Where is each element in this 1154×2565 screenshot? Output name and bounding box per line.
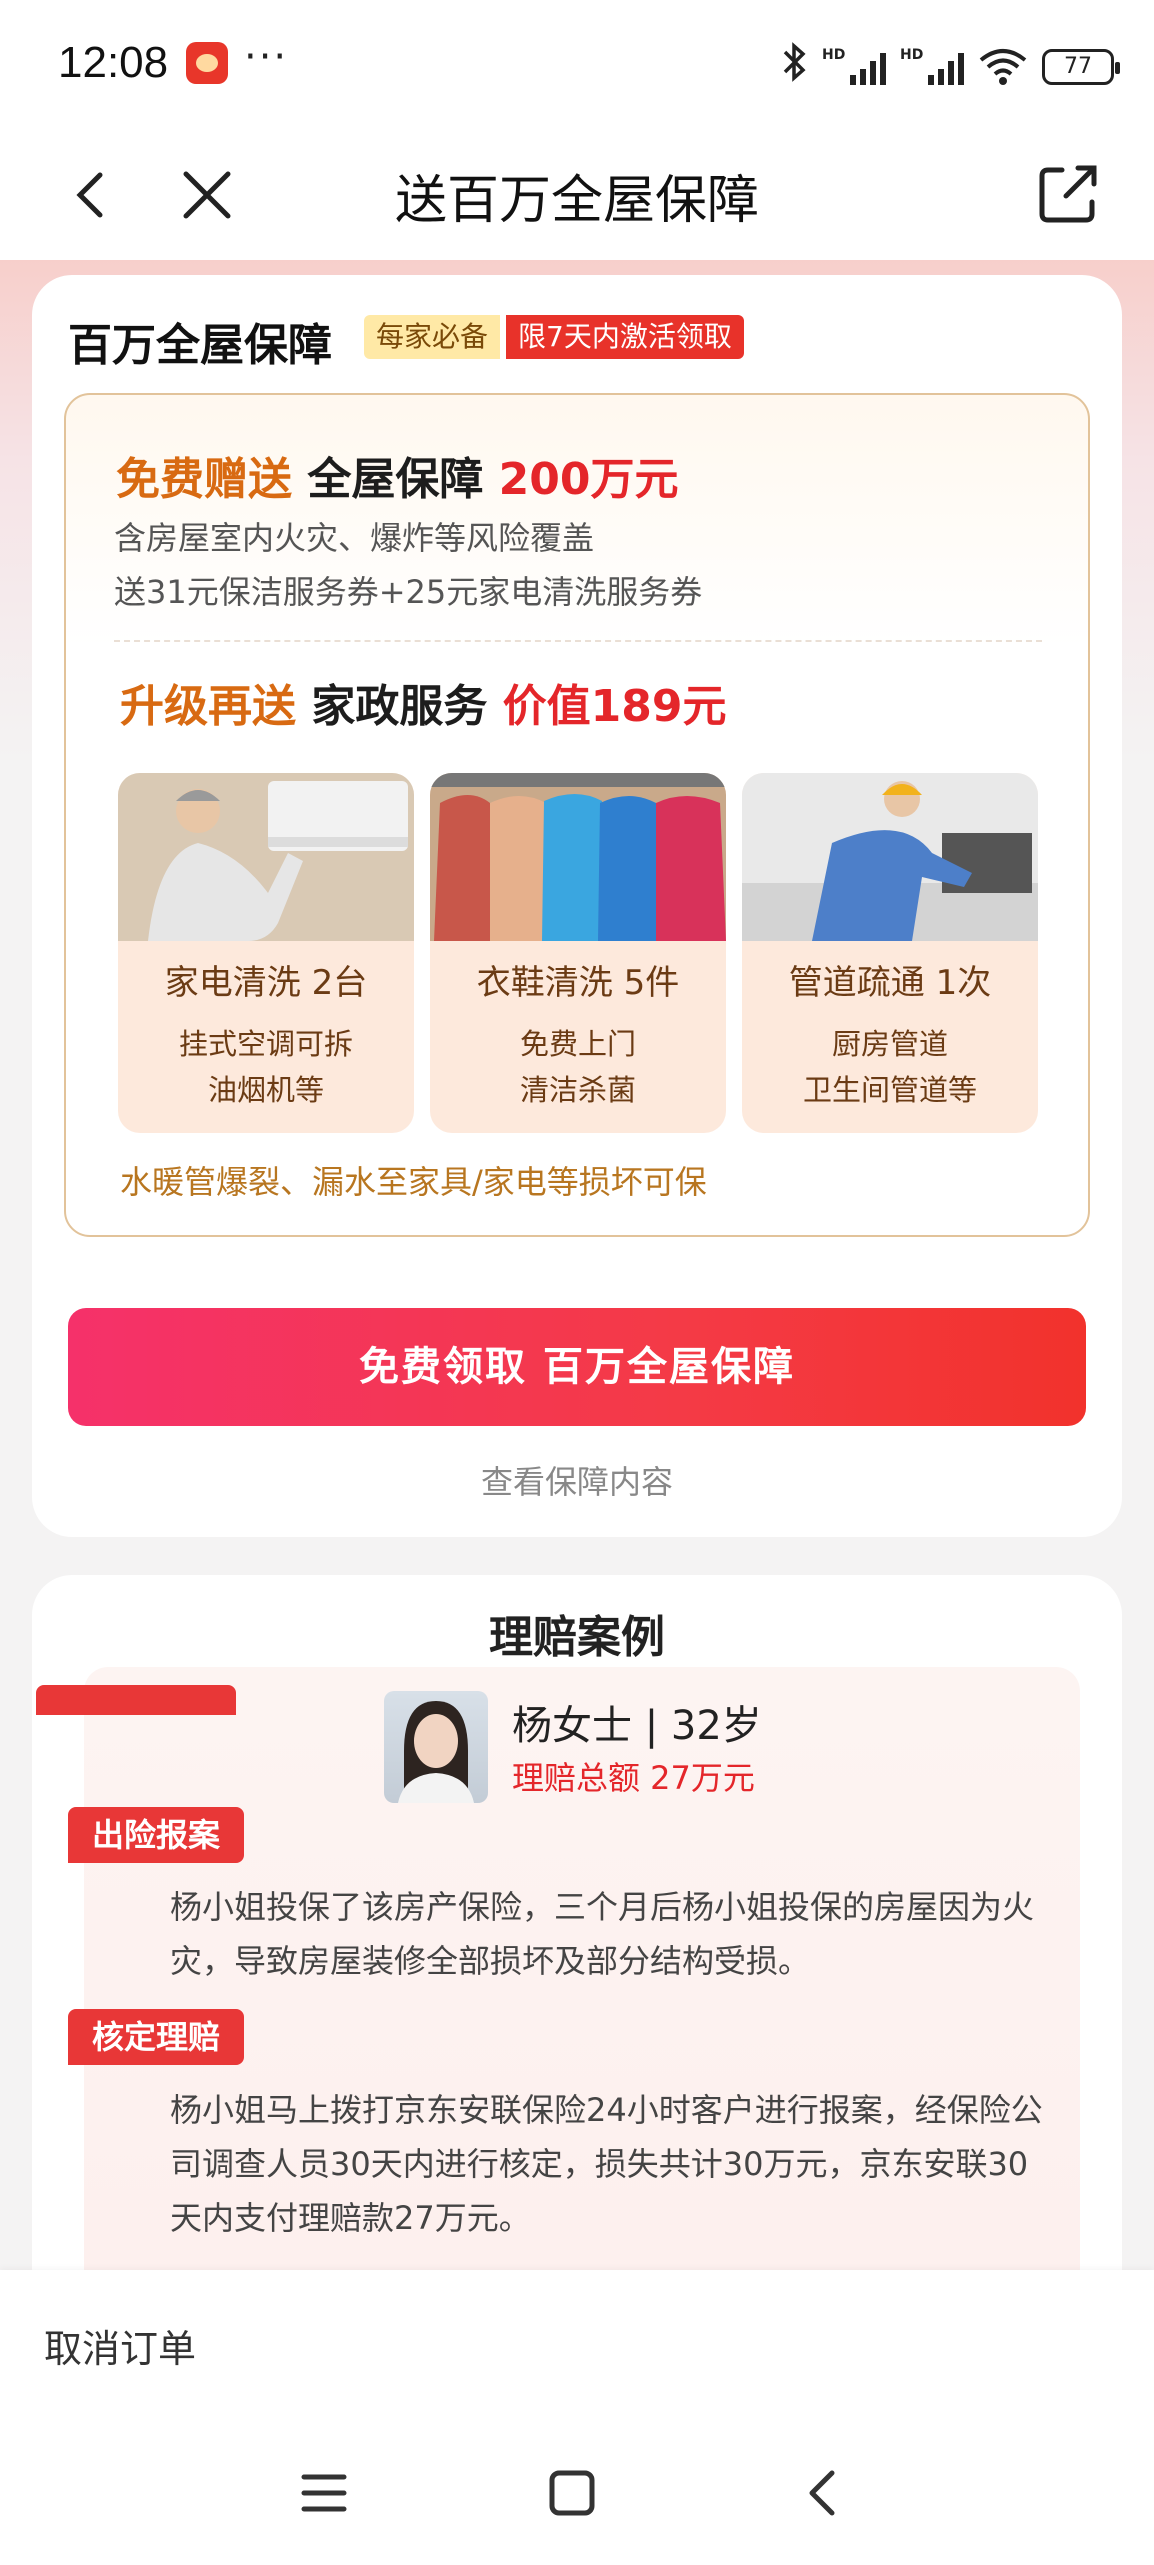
system-nav-bar [0, 2425, 1154, 2565]
nav-bar: 送百万全屋保障 [0, 130, 1154, 260]
home-square-icon [549, 2470, 595, 2516]
step-next-label [36, 1685, 236, 1715]
step-assess-text: 杨小姐马上拨打京东安联保险24小时客户进行报案，经保险公司调查人员30天内进行核… [170, 2091, 1043, 2237]
signal-icon: HD [822, 47, 886, 85]
upgrade-label: 升级再送 [120, 681, 296, 732]
service-desc: 清洁杀菌 [519, 1073, 636, 1107]
divider [114, 640, 1042, 642]
coverage-label: 全屋保障 [292, 454, 499, 505]
claimant-name: 杨女士 | 32岁 [512, 1703, 762, 1749]
benefit-box: 免费赠送 全屋保障 200万元 含房屋室内火灾、爆炸等风险覆盖 送31元保洁服务… [64, 393, 1090, 1237]
service-desc: 免费上门 [519, 1027, 636, 1061]
free-gift-label: 免费赠送 [116, 454, 292, 505]
more-notifications-icon: ··· [244, 34, 289, 80]
step-report-label: 出险报案 [68, 1807, 245, 1863]
service-desc: 挂式空调可拆 [178, 1027, 353, 1061]
pipe-dredging-image [742, 773, 1038, 941]
menu-nav-button[interactable] [296, 2465, 352, 2521]
product-card: 百万全屋保障 每家必备 限7天内激活领取 免费赠送 全屋保障 200万元 含房屋… [32, 275, 1122, 1537]
bluetooth-icon [782, 42, 808, 91]
coverage-note: 水暖管爆裂、漏水至家具/家电等损坏可保 [120, 1163, 707, 1201]
service-card-pipe: 管道疏通 1次 厨房管道 卫生间管道等 [742, 773, 1038, 1133]
app-notification-icon [186, 42, 228, 84]
battery-icon: 77 [1042, 48, 1120, 85]
benefit-desc-1: 含房屋室内火灾、爆炸等风险覆盖 [114, 519, 595, 557]
service-card-clothes: 衣鞋清洗 5件 免费上门 清洁杀菌 [430, 773, 726, 1133]
must-have-tag: 每家必备 [364, 315, 501, 359]
home-nav-button[interactable] [544, 2465, 600, 2521]
status-indicators: HD HD 77 [782, 42, 1120, 91]
benefit-desc-2: 送31元保洁服务券+25元家电清洗服务券 [114, 573, 703, 611]
service-desc: 油烟机等 [207, 1073, 324, 1107]
claims-title: 理赔案例 [489, 1612, 665, 1663]
menu-icon [301, 2474, 347, 2512]
product-title: 百万全屋保障 [68, 320, 332, 371]
share-button[interactable] [1032, 158, 1104, 230]
status-bar: 12:08 ··· HD HD 77 [0, 0, 1154, 130]
claim-amount: 理赔总额 27万元 [512, 1759, 755, 1797]
housekeeping-value: 价值189元 [502, 681, 727, 732]
service-desc: 厨房管道 [831, 1027, 948, 1061]
view-coverage-link[interactable]: 查看保障内容 [32, 1457, 1122, 1503]
share-icon [1039, 165, 1097, 223]
coverage-amount: 200万元 [498, 454, 679, 505]
service-name: 管道疏通 1次 [788, 963, 992, 1003]
service-desc: 卫生间管道等 [802, 1073, 977, 1107]
signal-icon-2: HD [900, 47, 964, 85]
wifi-icon [978, 48, 1028, 86]
status-time: 12:08 [58, 38, 169, 87]
avatar [384, 1691, 488, 1803]
step-assess-label: 核定理赔 [68, 2009, 245, 2065]
clothes-cleaning-image [430, 773, 726, 941]
claim-free-button[interactable]: 免费领取 百万全屋保障 [68, 1308, 1086, 1426]
limit-tag: 限7天内激活领取 [506, 315, 744, 359]
bottom-bar: 取消订单 [0, 2270, 1154, 2425]
back-nav-button[interactable] [796, 2465, 852, 2521]
service-name: 衣鞋清洗 5件 [476, 963, 680, 1003]
step-report-text: 杨小姐投保了该房产保险，三个月后杨小姐投保的房屋因为火灾，导致房屋装修全部损坏及… [170, 1888, 1035, 1980]
service-card-appliance: 家电清洗 2台 挂式空调可拆 油烟机等 [118, 773, 414, 1133]
back-nav-icon [809, 2470, 835, 2516]
cancel-order-button[interactable]: 取消订单 [44, 2318, 196, 2373]
page-title: 送百万全屋保障 [394, 171, 759, 231]
housekeeping-label: 家政服务 [296, 681, 503, 732]
service-name: 家电清洗 2台 [164, 963, 368, 1003]
upgrade-headline: 升级再送 家政服务 价值189元 [120, 670, 727, 734]
benefit-headline: 免费赠送 全屋保障 200万元 [116, 443, 679, 507]
appliance-cleaning-image [118, 773, 414, 941]
